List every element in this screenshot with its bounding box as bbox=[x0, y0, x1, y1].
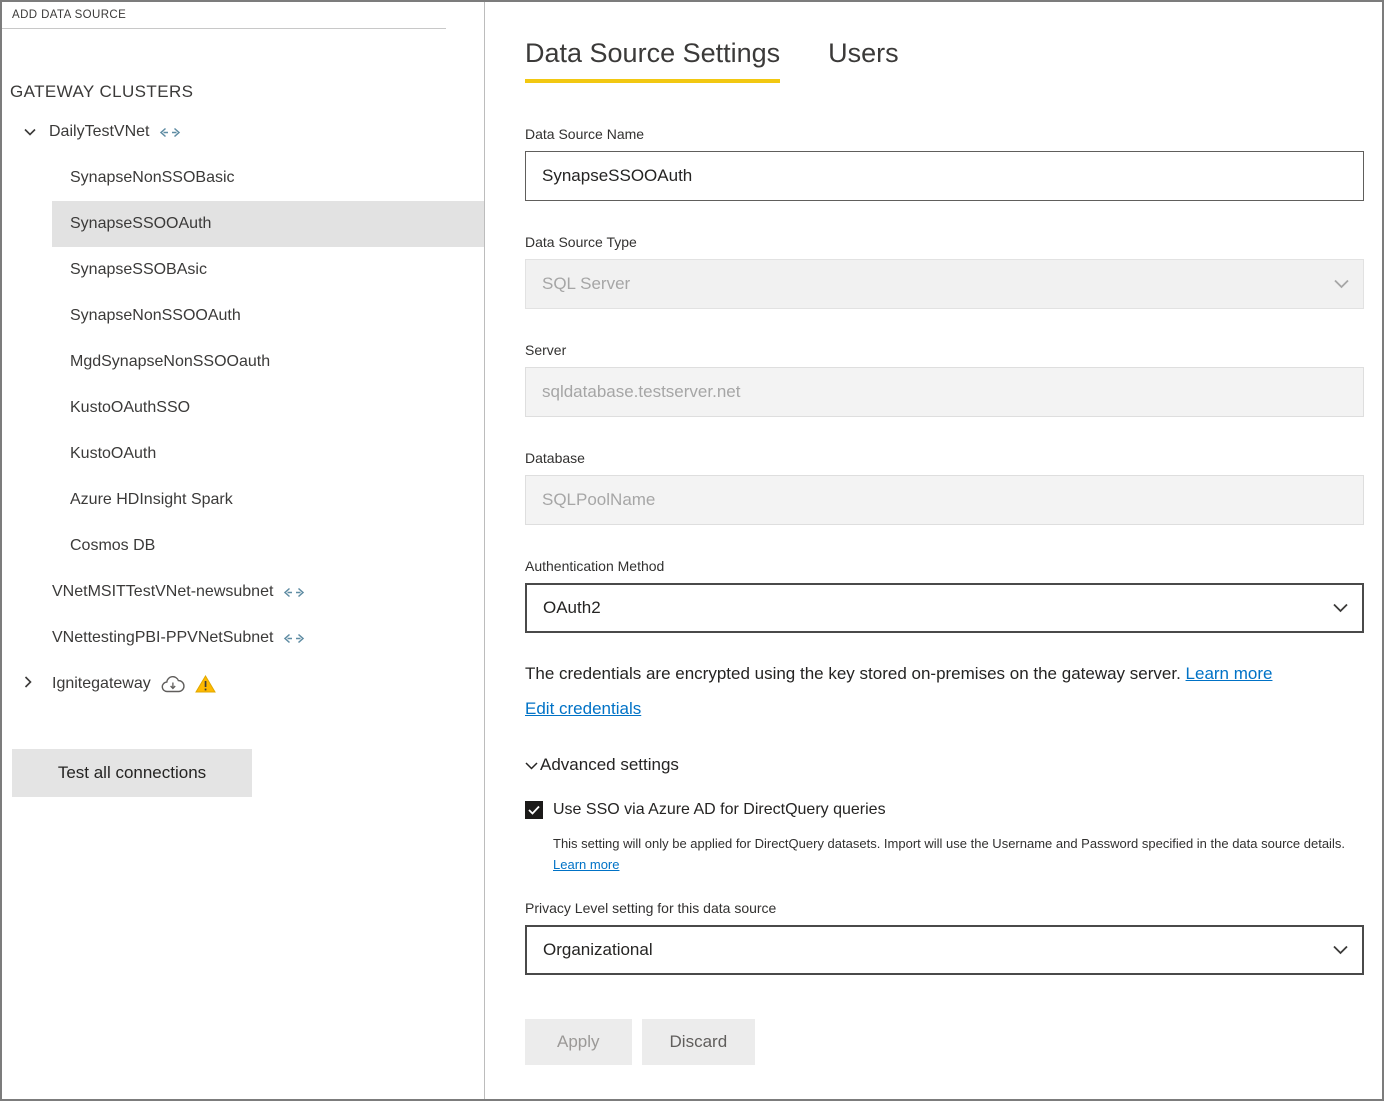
datasource-label: SynapseSSOBAsic bbox=[70, 261, 207, 279]
datasource-item[interactable]: SynapseSSOBAsic bbox=[2, 247, 484, 293]
credentials-note: The credentials are encrypted using the … bbox=[525, 661, 1364, 687]
tab-data-source-settings[interactable]: Data Source Settings bbox=[525, 38, 780, 83]
datasource-label: Azure HDInsight Spark bbox=[70, 491, 233, 509]
learn-more-link[interactable]: Learn more bbox=[1186, 664, 1273, 683]
datasource-item[interactable]: SynapseNonSSOOAuth bbox=[2, 293, 484, 339]
vnet-double-arrow-icon bbox=[283, 633, 305, 644]
tab-bar: Data Source Settings Users bbox=[525, 38, 1364, 83]
cluster-tree: DailyTestVNet SynapseNonSSOBasic Synapse… bbox=[2, 109, 484, 707]
server-label: Server bbox=[525, 341, 1364, 359]
field-server: Server bbox=[525, 341, 1364, 417]
gateway-sidebar: ADD DATA SOURCE GATEWAY CLUSTERS DailyTe… bbox=[2, 2, 485, 1099]
chevron-down-icon bbox=[1333, 604, 1348, 613]
tab-users[interactable]: Users bbox=[828, 38, 899, 83]
chevron-down-icon bbox=[24, 123, 36, 141]
sso-checkbox-label: Use SSO via Azure AD for DirectQuery que… bbox=[553, 801, 886, 819]
database-label: Database bbox=[525, 449, 1364, 467]
chevron-right-icon bbox=[24, 675, 32, 693]
sidebar-divider bbox=[2, 28, 446, 29]
datasource-item-selected[interactable]: SynapseSSOOAuth bbox=[52, 201, 484, 247]
advanced-settings-toggle[interactable]: Advanced settings bbox=[525, 755, 679, 775]
data-source-name-input[interactable] bbox=[525, 151, 1364, 201]
datasource-label: KustoOAuthSSO bbox=[70, 399, 190, 417]
server-input bbox=[525, 367, 1364, 417]
datasource-label: KustoOAuth bbox=[70, 445, 156, 463]
datasource-label: SynapseNonSSOOAuth bbox=[70, 307, 241, 325]
datasource-label: MgdSynapseNonSSOOauth bbox=[70, 353, 270, 371]
privacy-level-value: Organizational bbox=[543, 940, 653, 960]
privacy-level-select[interactable]: Organizational bbox=[525, 925, 1364, 975]
chevron-down-icon bbox=[1334, 280, 1349, 289]
data-source-type-select: SQL Server bbox=[525, 259, 1364, 309]
data-source-form: Data Source Name Data Source Type SQL Se… bbox=[525, 125, 1364, 1065]
sso-learn-more-link[interactable]: Learn more bbox=[553, 857, 619, 872]
gateway-clusters-heading: GATEWAY CLUSTERS bbox=[10, 81, 484, 103]
auth-method-label: Authentication Method bbox=[525, 557, 1364, 575]
vnet-double-arrow-icon bbox=[283, 587, 305, 598]
datasource-label: SynapseSSOOAuth bbox=[70, 215, 211, 233]
sso-helper-text-body: This setting will only be applied for Di… bbox=[553, 836, 1345, 851]
datasource-item[interactable]: Cosmos DB bbox=[2, 523, 484, 569]
edit-credentials-link[interactable]: Edit credentials bbox=[525, 699, 641, 719]
sso-helper-text: This setting will only be applied for Di… bbox=[553, 833, 1364, 875]
cluster-vnetmsittestvnet[interactable]: VNetMSITTestVNet-newsubnet bbox=[2, 569, 484, 615]
apply-button[interactable]: Apply bbox=[525, 1019, 632, 1065]
field-data-source-name: Data Source Name bbox=[525, 125, 1364, 201]
field-database: Database bbox=[525, 449, 1364, 525]
field-data-source-type: Data Source Type SQL Server bbox=[525, 233, 1364, 309]
check-icon bbox=[528, 805, 540, 815]
advanced-settings-label: Advanced settings bbox=[540, 755, 679, 775]
cluster-label: VNetMSITTestVNet-newsubnet bbox=[52, 583, 273, 601]
data-source-type-value: SQL Server bbox=[542, 274, 630, 294]
privacy-level-label: Privacy Level setting for this data sour… bbox=[525, 899, 1364, 917]
auth-method-select[interactable]: OAuth2 bbox=[525, 583, 1364, 633]
data-source-type-label: Data Source Type bbox=[525, 233, 1364, 251]
cluster-dailytestvnet[interactable]: DailyTestVNet bbox=[2, 109, 484, 155]
datasource-item[interactable]: MgdSynapseNonSSOOauth bbox=[2, 339, 484, 385]
auth-method-value: OAuth2 bbox=[543, 598, 601, 618]
datasource-label: SynapseNonSSOBasic bbox=[70, 169, 235, 187]
vnet-double-arrow-icon bbox=[159, 127, 181, 138]
database-input bbox=[525, 475, 1364, 525]
chevron-down-icon bbox=[1333, 946, 1348, 955]
credentials-note-text: The credentials are encrypted using the … bbox=[525, 664, 1181, 683]
datasource-item[interactable]: SynapseNonSSOBasic bbox=[2, 155, 484, 201]
data-source-name-label: Data Source Name bbox=[525, 125, 1364, 143]
cloud-gateway-icon bbox=[161, 676, 185, 693]
form-actions: Apply Discard bbox=[525, 1019, 1364, 1065]
sso-checkbox-row: Use SSO via Azure AD for DirectQuery que… bbox=[525, 801, 1364, 819]
add-data-source-button[interactable]: ADD DATA SOURCE bbox=[2, 2, 484, 28]
field-privacy-level: Privacy Level setting for this data sour… bbox=[525, 899, 1364, 975]
warning-icon bbox=[195, 675, 216, 693]
discard-button[interactable]: Discard bbox=[642, 1019, 756, 1065]
datasource-item[interactable]: Azure HDInsight Spark bbox=[2, 477, 484, 523]
cluster-vnettestingpbi[interactable]: VNettestingPBI-PPVNetSubnet bbox=[2, 615, 484, 661]
cluster-label: VNettestingPBI-PPVNetSubnet bbox=[52, 629, 273, 647]
data-source-settings-panel: Data Source Settings Users Data Source N… bbox=[485, 2, 1382, 1099]
sso-checkbox[interactable] bbox=[525, 801, 543, 819]
field-auth-method: Authentication Method OAuth2 bbox=[525, 557, 1364, 633]
test-all-connections-button[interactable]: Test all connections bbox=[12, 749, 252, 797]
datasource-item[interactable]: KustoOAuthSSO bbox=[2, 385, 484, 431]
cluster-label: Ignitegateway bbox=[52, 675, 151, 693]
datasource-label: Cosmos DB bbox=[70, 537, 155, 555]
cluster-ignitegateway[interactable]: Ignitegateway bbox=[2, 661, 484, 707]
datasource-item[interactable]: KustoOAuth bbox=[2, 431, 484, 477]
chevron-down-icon bbox=[525, 762, 538, 770]
cluster-label: DailyTestVNet bbox=[49, 123, 149, 141]
